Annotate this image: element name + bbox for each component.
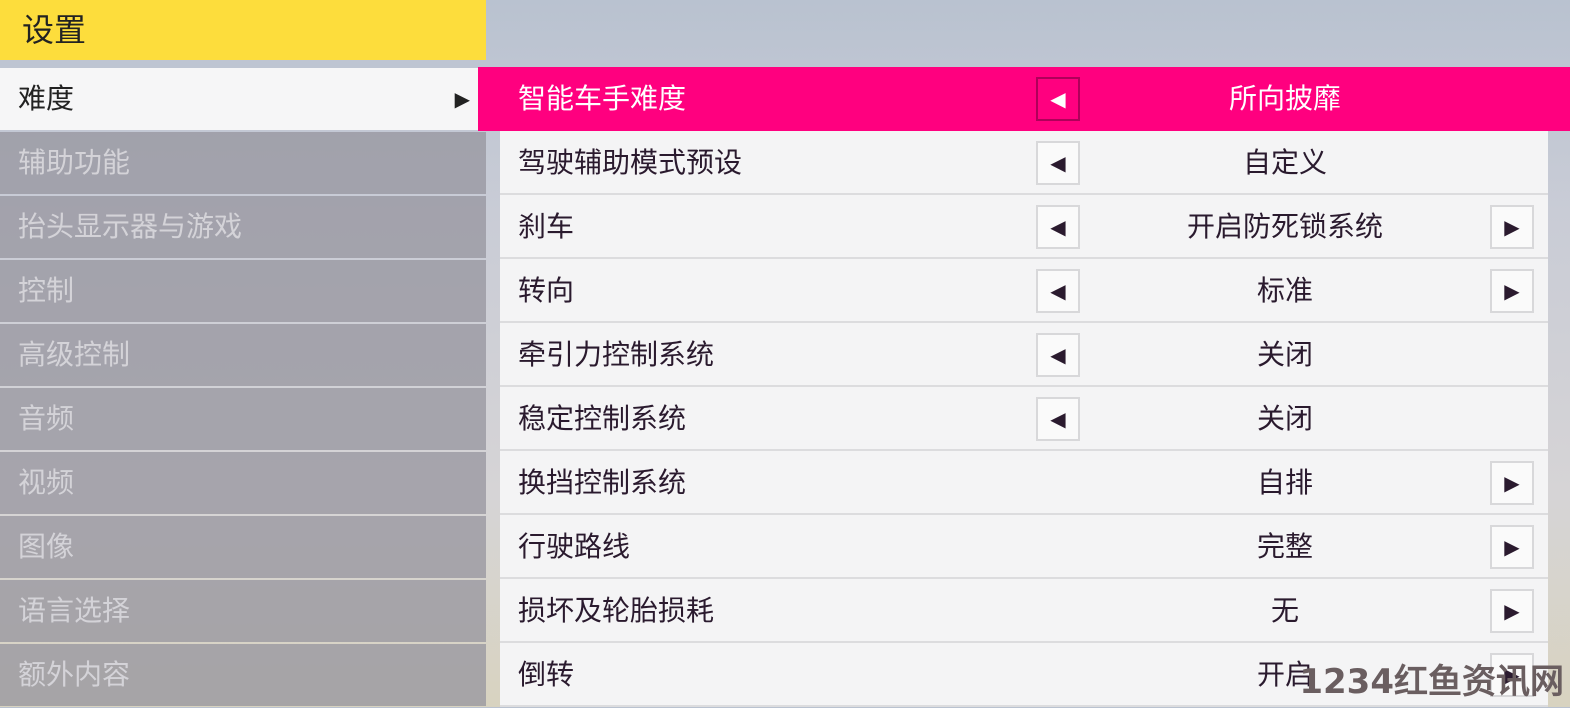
sidebar-item-label: 辅助功能: [18, 146, 131, 179]
next-option-button[interactable]: ▶: [1490, 589, 1534, 633]
setting-row[interactable]: 行驶路线 完整 ▶: [500, 515, 1548, 579]
sidebar-item[interactable]: 图像: [0, 516, 486, 578]
sidebar-item-label: 控制: [18, 274, 75, 307]
setting-value: 自排: [1256, 466, 1313, 499]
page-title: 设置: [0, 0, 486, 60]
sidebar-item[interactable]: 抬头显示器与游戏: [0, 196, 486, 258]
arrow-right-icon: ▶: [1504, 279, 1520, 303]
arrow-left-icon: ◀: [1050, 87, 1066, 111]
sidebar-item[interactable]: 高级控制: [0, 324, 486, 386]
sidebar-item-label: 视频: [18, 466, 75, 499]
setting-row[interactable]: 换挡控制系统 自排 ▶: [500, 451, 1548, 515]
settings-sidebar: 难度 ▶ 辅助功能抬头显示器与游戏 控制高级控制音频视频图像语言选择额外内容: [0, 68, 486, 708]
setting-value: 标准: [1256, 274, 1313, 307]
setting-label: 稳定控制系统: [518, 402, 687, 435]
setting-value: 完整: [1256, 530, 1313, 563]
next-option-button[interactable]: ▶: [1490, 525, 1534, 569]
sidebar-item[interactable]: 难度 ▶: [0, 68, 486, 130]
previous-option-button[interactable]: ◀: [1036, 333, 1080, 377]
setting-label: 刹车: [518, 210, 575, 243]
chevron-right-icon: ▶: [454, 87, 470, 111]
setting-value: 所向披靡: [1228, 82, 1341, 115]
setting-label: 驾驶辅助模式预设: [518, 146, 743, 179]
arrow-right-icon: ▶: [1504, 471, 1520, 495]
setting-label: 转向: [518, 274, 575, 307]
next-option-button[interactable]: ▶: [1490, 205, 1534, 249]
watermark: 1234红鱼资讯网: [1299, 662, 1564, 702]
setting-label: 牵引力控制系统: [518, 338, 715, 371]
setting-label: 倒转: [518, 658, 575, 691]
setting-row[interactable]: 刹车 ◀ 开启防死锁系统 ▶: [500, 195, 1548, 259]
setting-value: 关闭: [1256, 338, 1313, 371]
previous-option-button[interactable]: ◀: [1036, 77, 1080, 121]
setting-row[interactable]: 转向 ◀ 标准 ▶: [500, 259, 1548, 323]
arrow-right-icon: ▶: [1504, 599, 1520, 623]
arrow-left-icon: ◀: [1050, 151, 1066, 175]
sidebar-item[interactable]: 控制: [0, 260, 486, 322]
previous-option-button[interactable]: ◀: [1036, 205, 1080, 249]
difficulty-settings-panel: 智能车手难度 ◀ 所向披靡驾驶辅助模式预设 ◀ 自定义刹车 ◀ 开启防死锁系统 ▶ 转向 ◀ 标准 ▶…: [478, 67, 1570, 707]
sidebar-item-label: 语言选择: [18, 594, 131, 627]
sidebar-item-label: 额外内容: [18, 658, 131, 691]
arrow-left-icon: ◀: [1050, 279, 1066, 303]
setting-row[interactable]: 智能车手难度 ◀ 所向披靡: [478, 67, 1570, 131]
setting-row[interactable]: 稳定控制系统 ◀ 关闭: [500, 387, 1548, 451]
sidebar-item-label: 抬头显示器与游戏: [18, 210, 243, 243]
previous-option-button[interactable]: ◀: [1036, 141, 1080, 185]
setting-label: 换挡控制系统: [518, 466, 687, 499]
sidebar-item-label: 高级控制: [18, 338, 131, 371]
arrow-left-icon: ◀: [1050, 343, 1066, 367]
sidebar-item-label: 难度: [18, 82, 75, 115]
arrow-left-icon: ◀: [1050, 407, 1066, 431]
sidebar-item-label: 音频: [18, 402, 75, 435]
sidebar-item[interactable]: 语言选择: [0, 580, 486, 642]
setting-row[interactable]: 损坏及轮胎损耗 无 ▶: [500, 579, 1548, 643]
arrow-right-icon: ▶: [1504, 535, 1520, 559]
setting-value: 开启防死锁系统: [1186, 210, 1383, 243]
sidebar-item[interactable]: 视频: [0, 452, 486, 514]
setting-row[interactable]: 驾驶辅助模式预设 ◀ 自定义: [500, 131, 1548, 195]
next-option-button[interactable]: ▶: [1490, 269, 1534, 313]
setting-label: 损坏及轮胎损耗: [518, 594, 715, 627]
setting-value: 关闭: [1256, 402, 1313, 435]
setting-label: 行驶路线: [518, 530, 631, 563]
arrow-right-icon: ▶: [1504, 215, 1520, 239]
sidebar-item[interactable]: 音频: [0, 388, 486, 450]
next-option-button[interactable]: ▶: [1490, 461, 1534, 505]
previous-option-button[interactable]: ◀: [1036, 397, 1080, 441]
sidebar-item[interactable]: 额外内容: [0, 644, 486, 706]
sidebar-item[interactable]: 辅助功能: [0, 132, 486, 194]
setting-label: 智能车手难度: [518, 82, 687, 115]
setting-value: 自定义: [1242, 146, 1327, 179]
arrow-left-icon: ◀: [1050, 215, 1066, 239]
sidebar-item-label: 图像: [18, 530, 75, 563]
setting-row[interactable]: 牵引力控制系统 ◀ 关闭: [500, 323, 1548, 387]
previous-option-button[interactable]: ◀: [1036, 269, 1080, 313]
setting-value: 无: [1270, 594, 1299, 627]
